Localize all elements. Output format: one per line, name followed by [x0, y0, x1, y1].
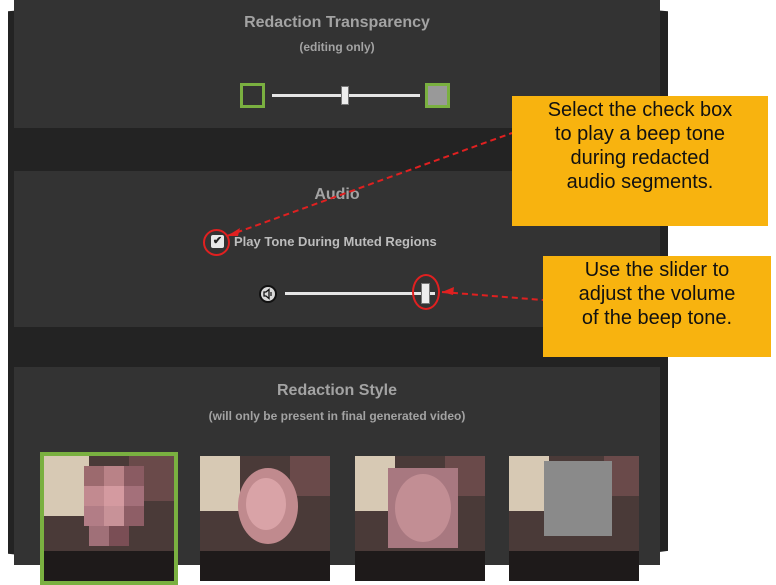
slider-callout: Use the slider to adjust the volume of t… — [543, 256, 771, 357]
checkbox-callout-line: to play a beep tone — [554, 123, 726, 145]
checkbox-callout-line: during redacted — [570, 147, 710, 169]
slider-callout-line: of the beep tone. — [581, 307, 733, 329]
checkbox-callout-line: Select the check box — [547, 99, 733, 121]
slider-callout-line: Use the slider to — [584, 259, 730, 281]
checkbox-callout: Select the check box to play a beep tone… — [512, 96, 768, 226]
slider-callout-line: adjust the volume — [578, 283, 736, 305]
checkbox-callout-line: audio segments. — [566, 171, 714, 193]
